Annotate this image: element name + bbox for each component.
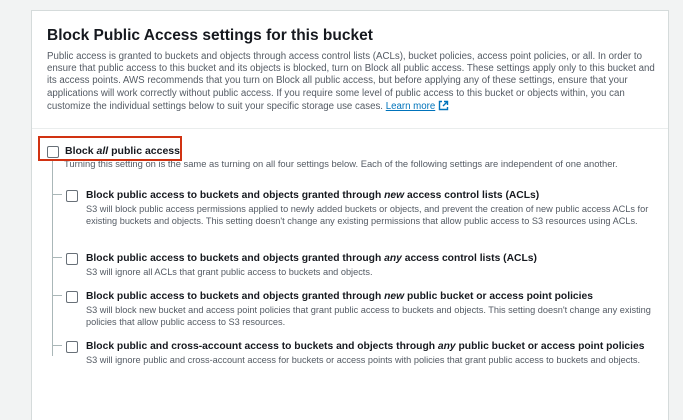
option-any-acls-label[interactable]: Block public access to buckets and objec… [86, 251, 658, 267]
option-text: Block public and cross-account access to… [86, 339, 658, 367]
option-label-post: public bucket or access point policies [455, 341, 645, 352]
option-any-policies-label[interactable]: Block public and cross-account access to… [86, 339, 658, 355]
option-any-policies-checkbox[interactable] [66, 341, 78, 353]
option-new-acls: Block public access to buckets and objec… [66, 188, 658, 227]
tree-branch [52, 257, 62, 258]
option-label-pre: Block public and cross-account access to… [86, 341, 438, 352]
option-label-em: new [384, 291, 405, 302]
option-label-post: access control lists (ACLs) [401, 253, 537, 264]
option-any-acls-checkbox[interactable] [66, 253, 78, 265]
tree-branch [52, 194, 62, 195]
option-label-post: public bucket or access point policies [404, 291, 593, 302]
highlight-box [38, 136, 182, 161]
option-new-acls-description: S3 will block public access permissions … [86, 204, 649, 226]
option-label-em: any [437, 341, 456, 352]
tree-line [52, 161, 53, 356]
option-new-acls-label[interactable]: Block public access to buckets and objec… [86, 188, 658, 204]
tree-branch [52, 295, 62, 296]
option-new-policies-description: S3 will block new bucket and access poin… [86, 305, 651, 327]
option-any-acls-description: S3 will ignore all ACLs that grant publi… [86, 267, 373, 277]
option-any-policies: Block public and cross-account access to… [66, 339, 658, 367]
external-link-icon [438, 100, 449, 115]
option-new-policies-checkbox[interactable] [66, 291, 78, 303]
learn-more-label: Learn more [385, 100, 436, 112]
option-label-em: new [384, 190, 405, 201]
option-label-pre: Block public access to buckets and objec… [86, 253, 385, 264]
option-label-em: any [384, 253, 402, 264]
option-new-policies-label[interactable]: Block public access to buckets and objec… [86, 289, 658, 305]
option-label-post: access control lists (ACLs) [404, 190, 540, 201]
option-new-acls-checkbox[interactable] [66, 190, 78, 202]
section-divider [32, 128, 668, 129]
option-text: Block public access to buckets and objec… [86, 289, 658, 328]
option-text: Block public access to buckets and objec… [86, 188, 658, 227]
block-public-access-panel: Block Public Access settings for this bu… [31, 10, 669, 420]
option-text: Block public access to buckets and objec… [86, 251, 658, 279]
tree-branch [52, 345, 62, 346]
option-any-acls: Block public access to buckets and objec… [66, 251, 658, 279]
option-new-policies: Block public access to buckets and objec… [66, 289, 658, 328]
section-title: Block Public Access settings for this bu… [47, 27, 373, 44]
option-label-pre: Block public access to buckets and objec… [86, 190, 385, 201]
section-description-text: Public access is granted to buckets and … [47, 51, 655, 112]
section-description: Public access is granted to buckets and … [47, 51, 659, 115]
option-any-policies-description: S3 will ignore public and cross-account … [86, 355, 641, 365]
option-label-pre: Block public access to buckets and objec… [86, 291, 385, 302]
learn-more-link[interactable]: Learn more [385, 100, 450, 115]
